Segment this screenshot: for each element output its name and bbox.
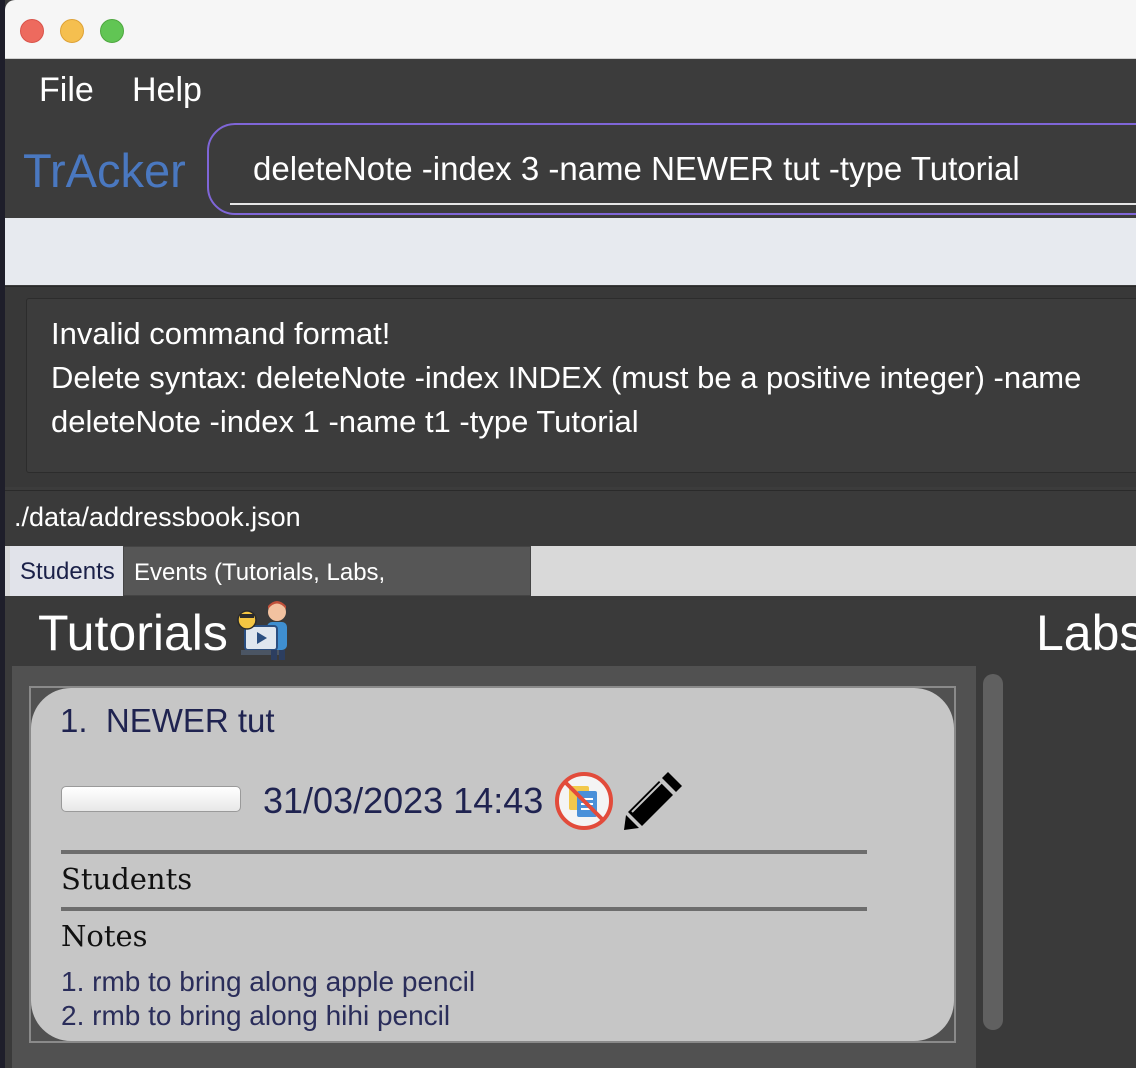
title-bar <box>5 0 1136 59</box>
tutorial-datetime: 31/03/2023 14:43 <box>263 780 544 821</box>
app-logo: TrAcker <box>23 144 186 197</box>
command-area-strip <box>5 218 1136 285</box>
window-close-button[interactable] <box>20 19 44 43</box>
notes-heading: Notes <box>61 919 148 953</box>
tab-students[interactable]: Students <box>10 546 123 596</box>
menu-help[interactable]: Help <box>132 71 202 110</box>
pencil-icon[interactable] <box>622 768 686 832</box>
command-input[interactable]: deleteNote -index 3 -name NEWER tut -typ… <box>253 150 1020 188</box>
window-minimize-button[interactable] <box>60 19 84 43</box>
no-document-icon[interactable] <box>554 771 614 831</box>
app-window: File Help TrAcker deleteNote -index 3 -n… <box>5 0 1136 1068</box>
tutorial-list-scrollbar[interactable] <box>983 674 1003 1030</box>
window-maximize-button[interactable] <box>100 19 124 43</box>
save-file-path: ./data/addressbook.json <box>14 502 301 532</box>
students-heading: Students <box>61 862 193 896</box>
tutorial-name: NEWER tut <box>105 702 275 739</box>
result-line-2: Delete syntax: deleteNote -index INDEX (… <box>51 360 1082 395</box>
menu-file[interactable]: File <box>39 71 94 110</box>
note-item: 1. rmb to bring along apple pencil <box>61 966 476 997</box>
result-line-3: deleteNote -index 1 -name t1 -type Tutor… <box>51 404 639 439</box>
tab-events[interactable]: Events (Tutorials, Labs, Consultations) <box>123 546 531 638</box>
notes-divider <box>61 907 867 911</box>
tutorial-index: 1. <box>60 702 88 739</box>
students-divider <box>61 850 867 854</box>
command-input-underline <box>230 203 1136 205</box>
note-item: 2. rmb to bring along hihi pencil <box>61 1000 451 1031</box>
tutor-with-laptop-icon <box>231 598 295 662</box>
tutorials-heading: Tutorials <box>38 605 228 661</box>
menu-bar: File Help <box>5 59 1136 119</box>
result-line-1: Invalid command format! <box>51 316 391 351</box>
tutorial-progress-bar <box>61 786 241 812</box>
tutorial-card-title: 1. NEWER tut <box>60 702 275 740</box>
labs-heading: Labs <box>1036 605 1136 661</box>
